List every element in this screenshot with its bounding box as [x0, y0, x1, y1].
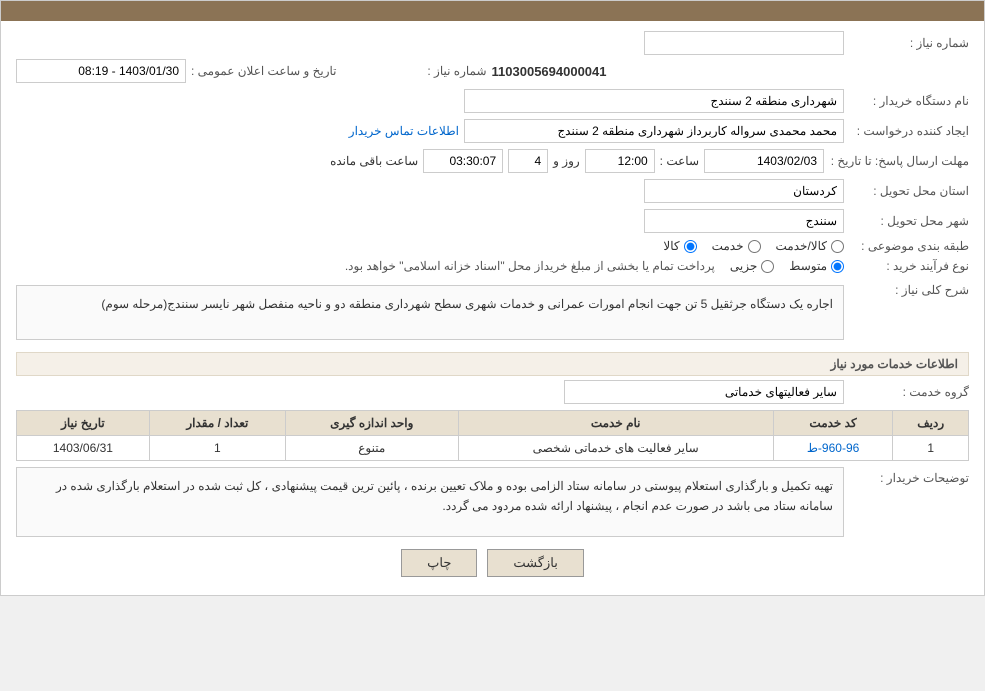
noe-farayand-radio-group: متوسط جزیی — [730, 259, 844, 273]
radio-jazee-label: جزیی — [730, 259, 757, 273]
action-buttons: بازگشت چاپ — [16, 549, 969, 577]
ijad-konande-input[interactable] — [464, 119, 844, 143]
sharh-label: شرح کلی نیاز : — [849, 283, 969, 297]
khadamat-section-title: اطلاعات خدمات مورد نیاز — [16, 352, 969, 376]
sharh-box: اجاره یک دستگاه جرثقیل 5 تن جهت انجام ام… — [16, 285, 844, 340]
mohlat-label: مهلت ارسال پاسخ: تا تاریخ : — [829, 154, 969, 168]
grouh-khedmat-label: گروه خدمت : — [849, 385, 969, 399]
shomare-niaz-label: شماره نیاز : — [849, 36, 969, 50]
remaining-label: ساعت باقی مانده — [330, 154, 418, 168]
col-vahed: واحد اندازه گیری — [285, 411, 458, 436]
cell-nam: سایر فعالیت های خدماتی شخصی — [458, 436, 773, 461]
page-title — [1, 1, 984, 21]
ostan-input[interactable] — [644, 179, 844, 203]
ijad-konande-label: ایجاد کننده درخواست : — [849, 124, 969, 138]
radio-motavasset-item[interactable]: متوسط — [789, 259, 844, 273]
col-nam-khedmat: نام خدمت — [458, 411, 773, 436]
radio-kala-khedmat[interactable] — [831, 240, 844, 253]
radio-motavasset[interactable] — [831, 260, 844, 273]
col-tedad: تعداد / مقدار — [149, 411, 285, 436]
contact-info-link[interactable]: اطلاعات تماس خریدار — [349, 124, 459, 138]
shomare-niaz-value: 1103005694000041 — [492, 64, 607, 79]
cell-tedad: 1 — [149, 436, 285, 461]
nam-dastgah-input[interactable] — [464, 89, 844, 113]
col-kod-khedmat: کد خدمت — [773, 411, 893, 436]
ostan-label: استان محل تحویل : — [849, 184, 969, 198]
grouh-khedmat-input[interactable] — [564, 380, 844, 404]
shahr-input[interactable] — [644, 209, 844, 233]
services-table: ردیف کد خدمت نام خدمت واحد اندازه گیری ت… — [16, 410, 969, 461]
tarikh-label: تاریخ و ساعت اعلان عمومی : — [191, 64, 337, 78]
radio-kala[interactable] — [684, 240, 697, 253]
shomare-niaz-label3: شماره نیاز : — [367, 64, 487, 78]
radio-motavasset-label: متوسط — [789, 259, 827, 273]
radio-jazee[interactable] — [761, 260, 774, 273]
mohlat-remaining-input[interactable] — [423, 149, 503, 173]
bazgasht-button[interactable]: بازگشت — [487, 549, 583, 577]
radio-kala-item[interactable]: کالا — [663, 239, 696, 253]
radio-khedmat-label: خدمت — [712, 239, 744, 253]
radio-khedmat-item[interactable]: خدمت — [712, 239, 761, 253]
radio-khedmat[interactable] — [748, 240, 761, 253]
tawzihat-label: توضیحات خریدار : — [849, 471, 969, 485]
radio-kala-khedmat-item[interactable]: کالا/خدمت — [776, 239, 844, 253]
nam-dastgah-label: نام دستگاه خریدار : — [849, 94, 969, 108]
cell-tarikh: 1403/06/31 — [17, 436, 150, 461]
rooz-label: روز و — [553, 154, 580, 168]
cell-radif: 1 — [893, 436, 969, 461]
tarikh-input[interactable] — [16, 59, 186, 83]
col-radif: ردیف — [893, 411, 969, 436]
radio-kala-khedmat-label: کالا/خدمت — [776, 239, 827, 253]
shomare-niaz-input[interactable] — [644, 31, 844, 55]
radio-jazee-item[interactable]: جزیی — [730, 259, 774, 273]
mohlat-date-input[interactable] — [704, 149, 824, 173]
table-row: 1 960-96-ط سایر فعالیت های خدماتی شخصی م… — [17, 436, 969, 461]
mohlat-saat-input[interactable] — [585, 149, 655, 173]
chap-button[interactable]: چاپ — [401, 549, 477, 577]
tawzihat-box: تهیه تکمیل و بارگذاری استعلام پیوستی در … — [16, 467, 844, 537]
cell-kod: 960-96-ط — [773, 436, 893, 461]
noe-farayand-label: نوع فرآیند خرید : — [849, 259, 969, 273]
radio-kala-label: کالا — [663, 239, 679, 253]
col-tarikh-niaz: تاریخ نیاز — [17, 411, 150, 436]
tabaqebandi-radio-group: کالا/خدمت خدمت کالا — [663, 239, 844, 253]
farayand-note: پرداخت تمام یا بخشی از مبلغ خریداز محل "… — [345, 259, 715, 273]
tabaqebandi-label: طبقه بندی موضوعی : — [849, 239, 969, 253]
cell-vahed: متنوع — [285, 436, 458, 461]
saat-label: ساعت : — [660, 154, 699, 168]
mohlat-rooz-input[interactable] — [508, 149, 548, 173]
shahr-label: شهر محل تحویل : — [849, 214, 969, 228]
